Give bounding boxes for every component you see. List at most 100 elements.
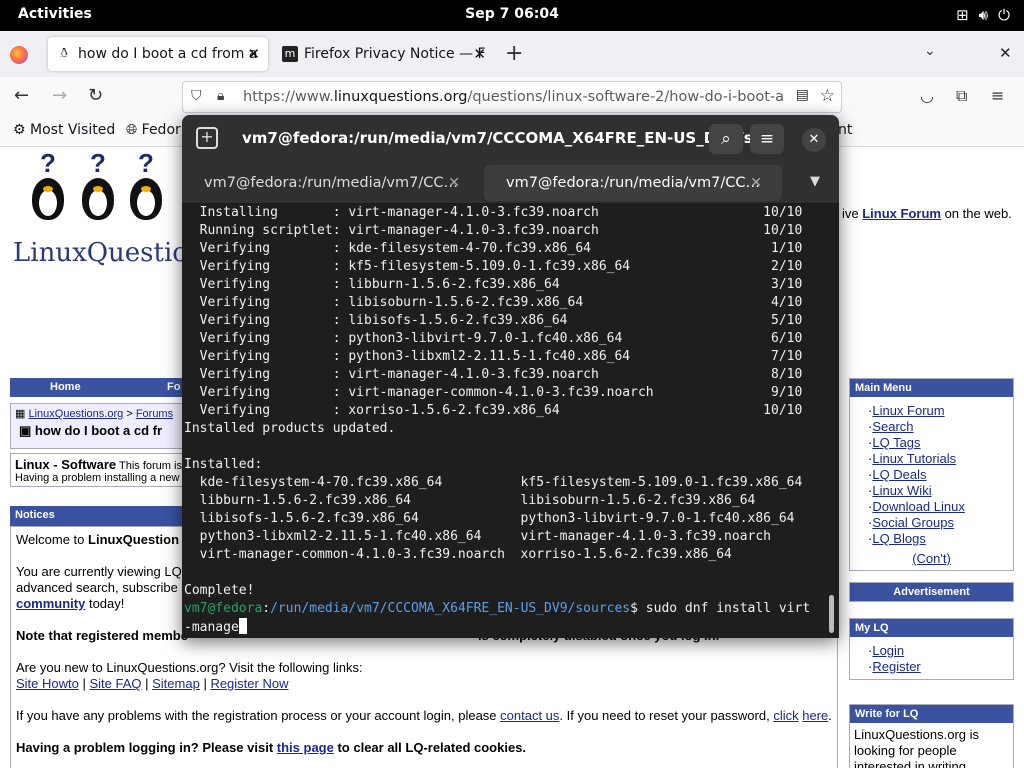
problems-text: If you have any problems with the regist… [16, 708, 501, 723]
close-icon[interactable]: ✕ [473, 37, 486, 71]
cookies-text: Having a problem logging in? Please visi… [16, 740, 277, 755]
menu-link[interactable]: Social Groups [872, 515, 954, 530]
forum-description: Linux - Software This forum is Having a … [10, 453, 190, 487]
prompt-command-wrap: -manage [184, 620, 239, 635]
bookmark-star-icon[interactable]: ☆ [820, 86, 835, 106]
firefox-icon[interactable] [10, 46, 28, 64]
forward-icon[interactable]: → [52, 85, 67, 106]
browser-tab-bar: 🐧︎ how do I boot a cd from a ✕ m Firefox… [0, 31, 1024, 77]
this-page-link[interactable]: this page [277, 740, 334, 755]
menu-item[interactable]: ·Linux Forum [868, 403, 1013, 419]
menu-link[interactable]: LQ Tags [872, 435, 920, 450]
contact-us-link[interactable]: contact us [500, 708, 559, 723]
register-link[interactable]: Register [872, 659, 920, 674]
thread-icon: ▣ [19, 423, 32, 438]
close-icon[interactable]: ✕ [750, 165, 762, 201]
terminal-tab-2[interactable]: vm7@fedora:/run/media/vm7/CC… ✕ [484, 165, 782, 201]
menu-link[interactable]: Search [872, 419, 913, 434]
breadcrumb-forums-link[interactable]: Forums [136, 408, 173, 420]
bookmark-partial[interactable]: nt [838, 122, 852, 138]
tagline-text: ive [842, 206, 863, 221]
network-icon[interactable]: ⊞ [956, 6, 969, 24]
bookmark-label: Most Visited [30, 122, 116, 138]
terminal-window[interactable]: + vm7@fedora:/run/media/vm7/CCCOMA_X64FR… [182, 115, 839, 638]
linux-forum-link[interactable]: Linux Forum [862, 206, 941, 221]
terminal-output[interactable]: Installing : virt-manager-4.1.0-3.fc39.n… [182, 204, 822, 638]
advertisement-box: Advertisement [849, 582, 1014, 602]
click-here-link-2[interactable]: here [802, 708, 828, 723]
text-cursor [238, 618, 247, 634]
menu-item[interactable]: ·Linux Wiki [868, 483, 1013, 499]
nav-home[interactable]: Home [50, 381, 81, 393]
nav-forums[interactable]: Fo [167, 381, 180, 393]
hamburger-menu-icon[interactable]: ≡ [750, 124, 784, 154]
extensions-icon[interactable]: ⧉ [956, 86, 967, 106]
tracking-shield-icon[interactable]: ⛉ [191, 88, 202, 104]
menu-item[interactable]: ·Search [868, 419, 1013, 435]
search-icon[interactable]: ⌕ [709, 124, 743, 154]
window-close-icon[interactable]: ✕ [999, 44, 1012, 62]
close-icon[interactable]: ✕ [802, 128, 826, 152]
lock-icon[interactable]: 🔒︎ [217, 88, 224, 104]
menu-item[interactable]: ·LQ Deals [868, 467, 1013, 483]
menu-link[interactable]: Linux Wiki [872, 483, 931, 498]
sitemap-link[interactable]: Sitemap [152, 676, 200, 691]
menu-link[interactable]: LQ Deals [872, 467, 926, 482]
terminal-tab-bar: vm7@fedora:/run/media/vm7/CC… ✕ vm7@fedo… [182, 162, 839, 204]
reader-view-icon[interactable]: ▤ [796, 87, 809, 103]
menu-link[interactable]: Download Linux [872, 499, 965, 514]
terminal-header-bar[interactable]: + vm7@fedora:/run/media/vm7/CCCOMA_X64FR… [182, 115, 839, 162]
terminal-scrollbar[interactable] [829, 595, 834, 633]
breadcrumb-icon: ▦ [15, 408, 26, 420]
login-link[interactable]: Login [872, 643, 904, 658]
terminal-output-text: Installing : virt-manager-4.1.0-3.fc39.n… [184, 205, 803, 598]
forum-desc-2: Having a problem installing a new [15, 472, 180, 484]
tagline-text: on the web. [940, 206, 1012, 221]
bookmark-fedora[interactable]: 🌐︎ Fedor [126, 122, 181, 138]
power-icon[interactable]: ⏻ [998, 6, 1010, 24]
volume-icon[interactable]: 🔊︎ [979, 6, 988, 24]
menu-link[interactable]: Linux Tutorials [872, 451, 956, 466]
list-all-tabs-icon[interactable]: ⌄ [924, 43, 936, 59]
menu-item[interactable]: ·LQ Blogs [868, 531, 1013, 547]
menu-link[interactable]: LQ Blogs [872, 531, 925, 546]
url-bar[interactable]: ⛉ 🔒︎ https://www.linuxquestions.org/ques… [182, 81, 842, 113]
community-link[interactable]: community [16, 596, 85, 611]
site-howto-link[interactable]: Site Howto [16, 676, 79, 691]
reload-icon[interactable]: ↻ [88, 85, 103, 106]
menu-item[interactable]: ·Social Groups [868, 515, 1013, 531]
welcome-text: Welcome to [16, 532, 89, 547]
register-now-link[interactable]: Register Now [210, 676, 288, 691]
menu-icon[interactable]: ≡ [991, 86, 1004, 105]
breadcrumb-site-link[interactable]: LinuxQuestions.org [28, 408, 123, 420]
url-text[interactable]: https://www.linuxquestions.org/questions… [243, 89, 783, 105]
bookmark-most-visited[interactable]: ⚙ Most Visited [13, 122, 115, 138]
tab-overview-dropdown-icon[interactable]: ▼ [810, 174, 820, 189]
close-icon[interactable]: ✕ [448, 165, 460, 201]
new-tab-icon[interactable]: + [196, 127, 218, 149]
globe-icon: 🌐︎ [126, 122, 138, 138]
terminal-tab-1[interactable]: vm7@fedora:/run/media/vm7/CC… ✕ [182, 165, 480, 201]
tab-firefox-privacy[interactable]: m Firefox Privacy Notice — F ✕ [274, 37, 494, 71]
tux-logo-icon: ? [78, 148, 118, 220]
menu-item[interactable]: ·Linux Tutorials [868, 451, 1013, 467]
menu-item[interactable]: ·LQ Tags [868, 435, 1013, 451]
menu-item[interactable]: ·Download Linux [868, 499, 1013, 515]
back-icon[interactable]: ← [14, 85, 29, 106]
pocket-icon[interactable]: ◡ [920, 86, 934, 105]
click-here-link[interactable]: click [773, 708, 798, 723]
menu-item[interactable]: ·Login [868, 643, 1013, 659]
site-faq-link[interactable]: Site FAQ [89, 676, 141, 691]
menu-link[interactable]: Linux Forum [872, 403, 944, 418]
today-text: today! [85, 596, 125, 611]
system-tray[interactable]: ⊞ 🔊︎ ⏻ [956, 6, 1010, 24]
close-icon[interactable]: ✕ [247, 37, 260, 71]
cookies-text-2: to clear all LQ-related cookies. [333, 740, 527, 755]
site-tagline: ive Linux Forum on the web. [842, 206, 1012, 221]
menu-continue-link[interactable]: (Con't) [850, 551, 1013, 570]
tab-linuxquestions[interactable]: 🐧︎ how do I boot a cd from a ✕ [48, 37, 268, 71]
new-tab-button[interactable]: + [505, 43, 523, 65]
welcome-bold: LinuxQuestion [88, 532, 180, 547]
clock[interactable]: Sep 7 06:04 [0, 6, 1024, 22]
menu-item[interactable]: ·Register [868, 659, 1013, 675]
